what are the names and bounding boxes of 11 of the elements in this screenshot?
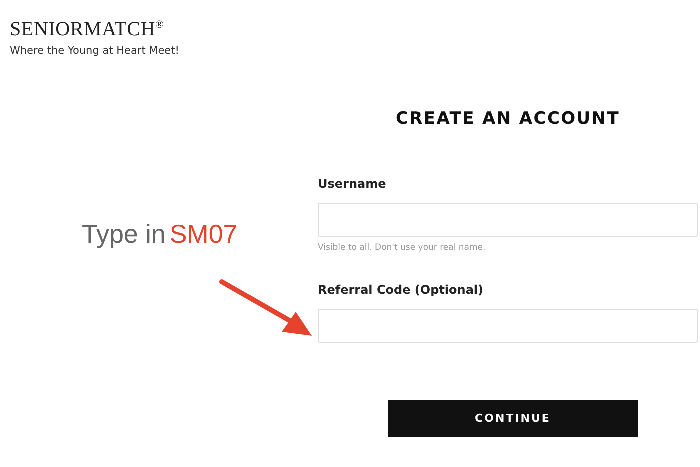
field-hint: Visible to all. Don't use your real name. bbox=[318, 242, 487, 253]
referral-code-text: SM07 bbox=[170, 218, 238, 250]
brand-logo: SENIORMATCH$^{®}$ bbox=[10, 18, 166, 41]
field-label: Referral Code (Optional) bbox=[318, 282, 485, 297]
form-title: CREATE AN ACCOUNT bbox=[396, 108, 620, 129]
input-field[interactable] bbox=[318, 308, 698, 343]
field-label: Username bbox=[318, 176, 388, 191]
tagline: Where the Young at Heart Meet! bbox=[10, 44, 180, 57]
annotation-text: Type in bbox=[82, 218, 166, 250]
continue-button[interactable]: CONTINUE bbox=[388, 400, 638, 437]
input-field[interactable] bbox=[318, 202, 698, 237]
